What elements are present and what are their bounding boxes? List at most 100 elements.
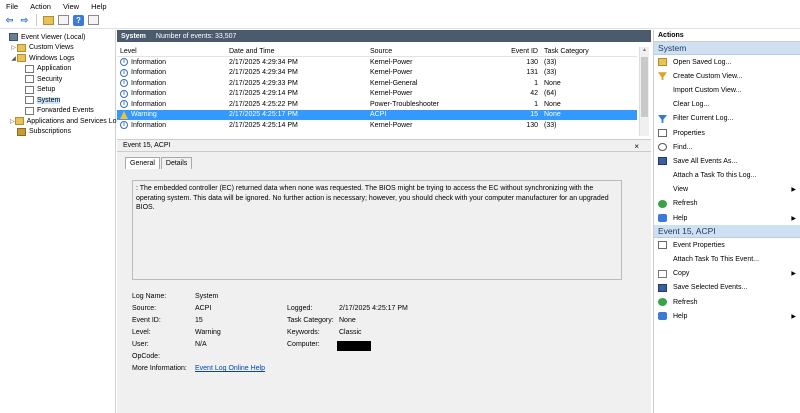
events-scrollbar[interactable]: ▲ (639, 47, 649, 136)
log-title: System (121, 32, 146, 40)
action-save-selected-events[interactable]: Save Selected Events... (654, 281, 800, 295)
copy-icon (658, 269, 667, 278)
action-open-saved-log[interactable]: Open Saved Log... (654, 55, 800, 69)
log-header: System Number of events: 33,507 (117, 30, 651, 42)
table-row[interactable]: Warning 2/17/2025 4:25:17 PM ACPI 15 None (117, 109, 637, 120)
help-icon: ? (73, 14, 84, 26)
folder-icon (43, 15, 54, 25)
show-hide-tree-button[interactable] (57, 14, 70, 27)
level-text: Information (131, 100, 167, 108)
events-table: Level Date and Time Source Event ID Task… (117, 47, 637, 136)
menu-action[interactable]: Action (24, 2, 57, 11)
action-attach-a-task-to-this-log[interactable]: Attach a Task To this Log... (654, 169, 800, 183)
action-clear-log[interactable]: Clear Log... (654, 98, 800, 112)
action-refresh[interactable]: Refresh (654, 197, 800, 211)
tree-item-label: Windows Logs (29, 54, 75, 62)
table-row[interactable]: i Information 2/17/2025 4:29:34 PM Kernel-P… (117, 68, 637, 79)
back-arrow-icon[interactable]: ⇦ (3, 14, 16, 27)
event-log-help-link[interactable]: Event Log Online Help (195, 365, 265, 372)
scrollbar-thumb[interactable] (641, 57, 648, 117)
cell-date: 2/17/2025 4:29:33 PM (229, 79, 298, 87)
action-label: Filter Current Log... (673, 115, 734, 123)
tree-item-security[interactable]: Security (0, 74, 115, 85)
column-task-category[interactable]: Task Category (544, 48, 634, 55)
column-event-id[interactable]: Event ID (490, 48, 544, 55)
value-source: ACPI (195, 305, 212, 312)
action-label: Event Properties (673, 241, 725, 249)
help-button[interactable]: ? (72, 14, 85, 27)
table-row[interactable]: i Information 2/17/2025 4:25:22 PM Power-Tr… (117, 99, 637, 110)
submenu-arrow-icon: ▶ (791, 187, 796, 194)
menu-file[interactable]: File (0, 2, 24, 11)
menu-view[interactable]: View (57, 2, 85, 11)
cell-level: i Information (117, 68, 229, 77)
label-task-category: Task Category: (287, 317, 334, 324)
actions-section-event[interactable]: Event 15, ACPI (654, 225, 800, 239)
action-label: Find... (673, 143, 693, 151)
action-help[interactable]: Help ▶ (654, 211, 800, 225)
action-import-custom-view[interactable]: Import Custom View... (654, 83, 800, 97)
tree-item-application[interactable]: Application (0, 64, 115, 75)
forward-arrow-icon[interactable]: ⇨ (18, 14, 31, 27)
information-icon: i (120, 121, 128, 130)
label-event-id: Event ID: (132, 317, 161, 324)
action-help[interactable]: Help ▶ (654, 309, 800, 323)
cell-event-id: 42 (530, 90, 538, 98)
show-action-pane-button[interactable] (87, 14, 100, 27)
tab-general[interactable]: General (125, 157, 160, 169)
find-icon (658, 143, 667, 152)
open-folder-button[interactable] (42, 14, 55, 27)
tree-item-subscriptions[interactable]: Subscriptions (0, 127, 115, 138)
menu-help[interactable]: Help (85, 2, 112, 11)
action-save-all-events-as[interactable]: Save All Events As... (654, 154, 800, 168)
log-icon (25, 96, 34, 105)
action-find[interactable]: Find... (654, 140, 800, 154)
events-table-body: i Information 2/17/2025 4:29:34 PM Kernel-P… (117, 57, 637, 131)
cell-level: Warning (117, 110, 229, 119)
label-log-name: Log Name: (132, 293, 167, 300)
tree-item-windows-logs[interactable]: ◢ Windows Logs (0, 53, 115, 64)
submenu-arrow-icon: ▶ (791, 215, 796, 222)
expand-arrow-icon[interactable]: ◢ (10, 55, 17, 62)
tree-item-system[interactable]: System (0, 95, 115, 106)
action-refresh[interactable]: Refresh (654, 295, 800, 309)
expand-arrow-icon[interactable]: ▷ (10, 44, 17, 51)
table-row[interactable]: i Information 2/17/2025 4:29:33 PM Kernel-G… (117, 78, 637, 89)
column-source[interactable]: Source (370, 48, 490, 55)
center-pane: System Number of events: 33,507 Level Da… (117, 30, 651, 413)
toolbar: ⇦ ⇨ ? (0, 12, 800, 29)
column-level[interactable]: Level (117, 48, 229, 55)
action-label: Help (673, 214, 688, 222)
properties-icon (658, 129, 667, 138)
close-icon[interactable]: × (634, 142, 639, 151)
action-properties[interactable]: Properties (654, 126, 800, 140)
blank-icon (658, 101, 667, 109)
actions-section-system[interactable]: System (654, 42, 800, 55)
scroll-up-icon[interactable]: ▲ (640, 47, 649, 53)
cell-task-category: None (544, 79, 561, 87)
action-attach-task-to-this-event[interactable]: Attach Task To This Event... (654, 252, 800, 266)
tree-item-label: Applications and Services Lo (26, 117, 117, 125)
table-row[interactable]: i Information 2/17/2025 4:25:14 PM Kernel-P… (117, 120, 637, 131)
information-icon: i (120, 100, 128, 109)
action-event-properties[interactable]: Event Properties (654, 238, 800, 252)
event-detail-body: General Details : The embedded controlle… (117, 152, 651, 413)
cell-date: 2/17/2025 4:29:14 PM (229, 90, 298, 98)
table-row[interactable]: i Information 2/17/2025 4:29:14 PM Kernel-P… (117, 89, 637, 100)
tree-item-forwarded-events[interactable]: Forwarded Events (0, 106, 115, 117)
value-user: N/A (195, 341, 207, 348)
action-view[interactable]: View ▶ (654, 183, 800, 197)
action-filter-current-log[interactable]: Filter Current Log... (654, 112, 800, 126)
tree-item-setup[interactable]: Setup (0, 85, 115, 96)
cell-task-category: None (544, 111, 561, 119)
action-create-custom-view[interactable]: Create Custom View... (654, 69, 800, 83)
table-row[interactable]: i Information 2/17/2025 4:29:34 PM Kernel-P… (117, 57, 637, 68)
folder-icon (17, 54, 26, 63)
tree-item-custom-views[interactable]: ▷ Custom Views (0, 43, 115, 54)
column-date[interactable]: Date and Time (229, 48, 370, 55)
tree-item-applications-and-services-lo[interactable]: ▷ Applications and Services Lo (0, 116, 117, 127)
tree-item-event-viewer-local[interactable]: Event Viewer (Local) (0, 32, 115, 43)
action-copy[interactable]: Copy ▶ (654, 267, 800, 281)
tab-details[interactable]: Details (160, 157, 193, 169)
cell-event-id: 130 (526, 58, 538, 66)
